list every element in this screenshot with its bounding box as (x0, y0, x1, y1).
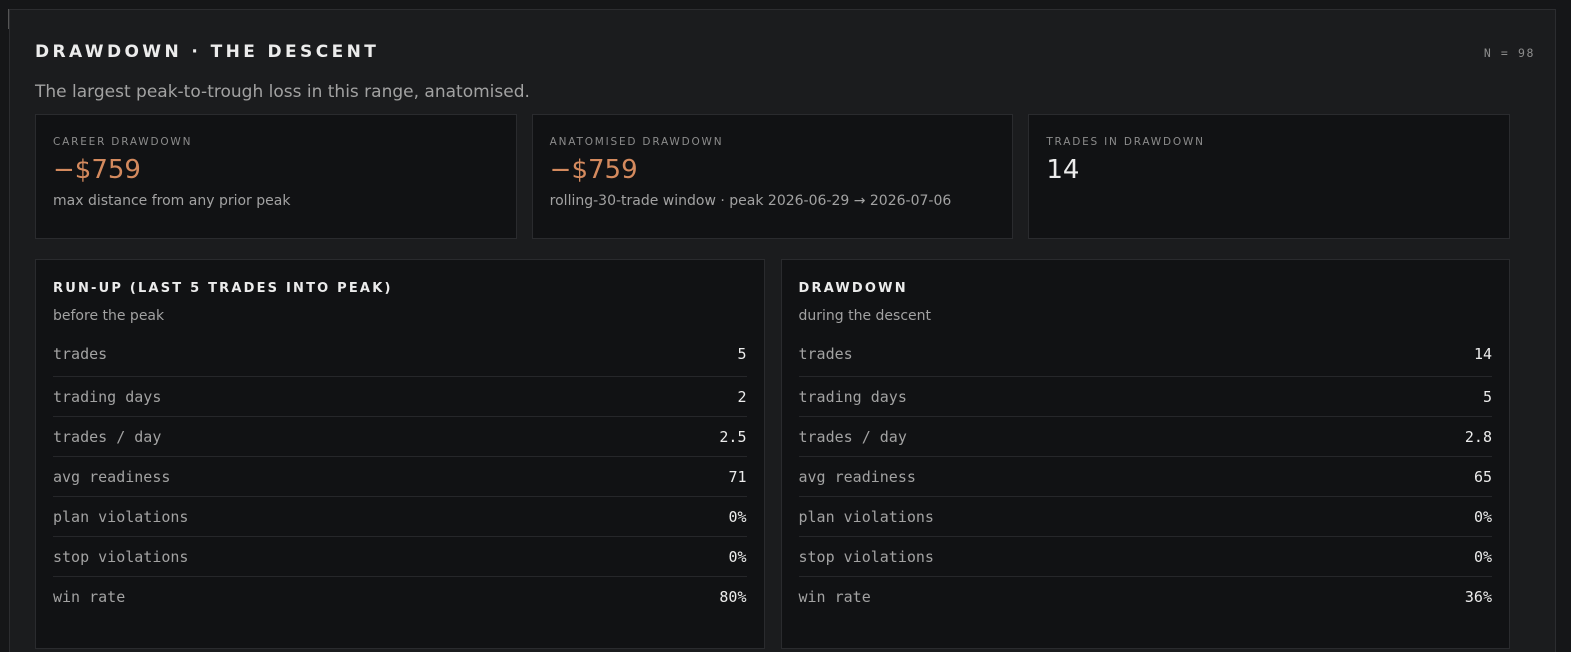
runup-title: RUN-UP (LAST 5 TRADES INTO PEAK) (53, 281, 393, 296)
stat-value: 2.8 (1464, 427, 1492, 446)
card-value: −$759 (53, 155, 141, 185)
page: DRAWDOWN · THE DESCENT N = 98 The larges… (0, 0, 1571, 652)
stat-label: trades (798, 345, 853, 363)
drawdown-subtitle: during the descent (798, 308, 932, 324)
sample-count: N = 98 (1483, 46, 1535, 60)
stat-value: 71 (728, 467, 747, 486)
stat-row: avg readiness 71 (53, 457, 747, 497)
stat-value: 5 (737, 345, 747, 363)
stat-label: win rate (53, 588, 126, 606)
stat-label: win rate (798, 588, 871, 606)
panel-subtitle: The largest peak-to-trough loss in this … (35, 82, 530, 102)
runup-column: RUN-UP (LAST 5 TRADES INTO PEAK) before … (35, 259, 765, 649)
stat-label: stop violations (53, 547, 189, 566)
stat-label: trades / day (53, 427, 162, 446)
card-note: rolling-30-trade window · peak 2026-06-2… (549, 193, 952, 209)
stat-value: 14 (1473, 345, 1492, 363)
stat-label: trading days (798, 387, 907, 406)
runup-stats: trades 5 trading days 2 trades / day 2.5… (53, 345, 747, 617)
stat-value: 65 (1473, 467, 1492, 486)
stat-row: stop violations 0% (53, 537, 747, 577)
panel-title: DRAWDOWN · THE DESCENT (35, 42, 380, 62)
stat-row: trades 5 (53, 345, 747, 377)
stat-row: win rate 80% (53, 577, 747, 617)
card-anatomised-drawdown: ANATOMISED DRAWDOWN −$759 rolling-30-tra… (531, 114, 1014, 239)
card-label: CAREER DRAWDOWN (53, 136, 193, 148)
stat-label: trades (53, 345, 108, 363)
stat-value: 0% (1473, 507, 1492, 526)
stat-row: trading days 2 (53, 377, 747, 417)
stat-row: trading days 5 (798, 377, 1492, 417)
stat-row: trades / day 2.5 (53, 417, 747, 457)
stat-label: plan violations (53, 507, 189, 526)
stat-value: 2 (737, 387, 747, 406)
stat-label: trading days (53, 387, 162, 406)
stat-label: avg readiness (53, 467, 171, 486)
stat-row: trades / day 2.8 (798, 417, 1492, 457)
runup-subtitle: before the peak (53, 308, 165, 324)
stat-label: stop violations (798, 547, 934, 566)
drawdown-title: DRAWDOWN (798, 281, 908, 296)
panel-header: DRAWDOWN · THE DESCENT N = 98 (35, 40, 1535, 70)
drawdown-stats: trades 14 trading days 5 trades / day 2.… (798, 345, 1493, 617)
card-trades-in-drawdown: TRADES IN DRAWDOWN 14 (1028, 114, 1511, 239)
stat-value: 36% (1464, 588, 1492, 606)
stat-row: plan violations 0% (53, 497, 747, 537)
card-value: −$759 (549, 155, 638, 185)
stat-label: avg readiness (798, 467, 916, 486)
stat-label: plan violations (798, 507, 934, 526)
comparison-section: RUN-UP (LAST 5 TRADES INTO PEAK) before … (35, 259, 1510, 649)
stat-value: 0% (728, 507, 747, 526)
stat-label: trades / day (798, 427, 907, 446)
stat-row: trades 14 (798, 345, 1492, 377)
drawdown-column: DRAWDOWN during the descent trades 14 tr… (780, 259, 1510, 649)
stat-value: 0% (1473, 547, 1492, 566)
stat-value: 2.5 (719, 427, 747, 446)
stat-value: 5 (1482, 387, 1492, 406)
summary-cards: CAREER DRAWDOWN −$759 max distance from … (35, 114, 1511, 239)
stat-row: avg readiness 65 (798, 457, 1492, 497)
stat-value: 0% (728, 547, 747, 566)
stat-value: 80% (719, 588, 747, 606)
stat-row: plan violations 0% (798, 497, 1492, 537)
card-value: 14 (1046, 155, 1080, 185)
card-label: TRADES IN DRAWDOWN (1046, 136, 1205, 148)
card-label: ANATOMISED DRAWDOWN (549, 136, 724, 148)
stat-row: stop violations 0% (798, 537, 1492, 577)
card-career-drawdown: CAREER DRAWDOWN −$759 max distance from … (35, 114, 517, 239)
card-note: max distance from any prior peak (53, 193, 291, 209)
stat-row: win rate 36% (799, 577, 1493, 617)
